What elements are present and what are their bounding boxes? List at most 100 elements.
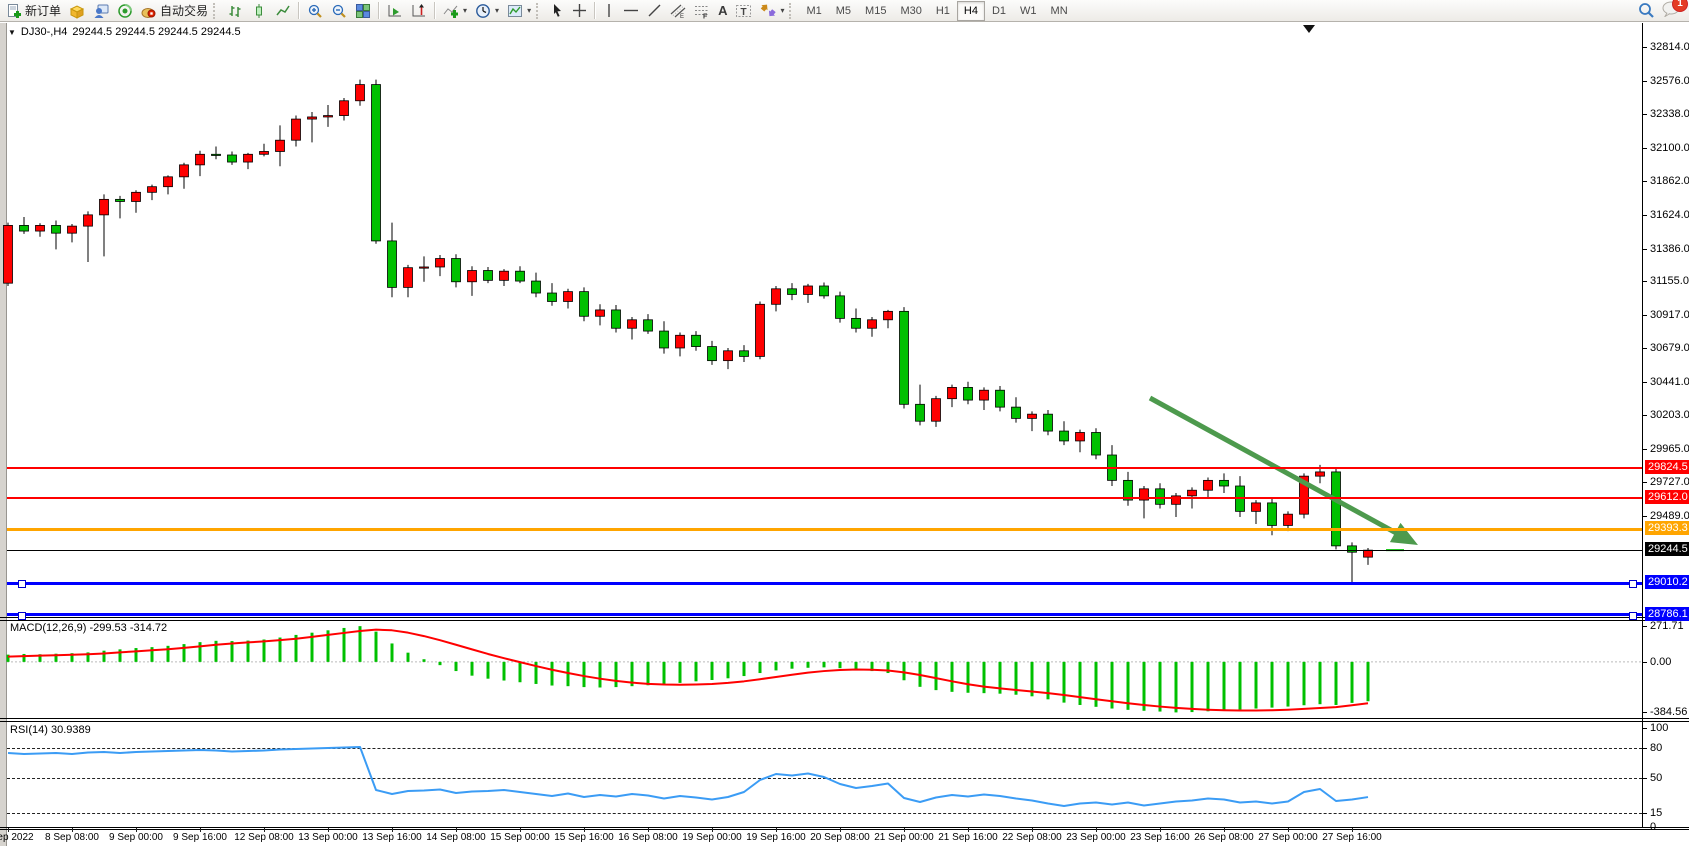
timeframe-button-m15[interactable]: M15 bbox=[858, 1, 893, 21]
chevron-down-icon: ▾ bbox=[463, 6, 467, 15]
profile-icon bbox=[93, 3, 109, 19]
horizontal-line-28786.1[interactable] bbox=[7, 613, 1642, 616]
crosshair-tool-button[interactable] bbox=[568, 1, 591, 21]
auto-trading-button[interactable]: 自动交易 bbox=[137, 1, 212, 21]
trendline-icon bbox=[647, 3, 662, 18]
template-icon bbox=[507, 3, 523, 19]
macd-histogram bbox=[8, 626, 1368, 712]
timeframe-button-w1[interactable]: W1 bbox=[1013, 1, 1044, 21]
new-order-icon bbox=[6, 3, 22, 19]
vertical-line-icon bbox=[603, 3, 615, 18]
chart-shift-icon bbox=[411, 3, 427, 19]
horizontal-line-29010.2[interactable] bbox=[7, 582, 1642, 585]
timeframe-button-d1[interactable]: D1 bbox=[985, 1, 1013, 21]
trendline-tool-button[interactable] bbox=[643, 1, 666, 21]
data-window-button[interactable] bbox=[89, 1, 113, 21]
horizontal-line-29244.5[interactable] bbox=[7, 550, 1642, 551]
price-line-badge: 29393.3 bbox=[1645, 521, 1689, 535]
bar-chart-icon bbox=[227, 3, 243, 19]
line-handle[interactable] bbox=[1629, 580, 1637, 588]
line-handle[interactable] bbox=[1629, 612, 1637, 620]
price-line-badge: 28786.1 bbox=[1645, 607, 1689, 621]
chevron-down-icon: ▾ bbox=[495, 6, 499, 15]
text-tool-button[interactable]: A bbox=[714, 1, 731, 21]
templates-button[interactable]: ▾ bbox=[503, 1, 535, 21]
channel-icon: E bbox=[670, 3, 686, 19]
horizontal-line-tool-button[interactable] bbox=[619, 1, 643, 21]
toolbar-separator bbox=[378, 2, 380, 19]
main-toolbar: 新订单 自动交易 bbox=[0, 0, 1689, 22]
timeframe-button-mn[interactable]: MN bbox=[1044, 1, 1075, 21]
horizontal-line-29393.3[interactable] bbox=[7, 528, 1642, 531]
timeframe-button-h1[interactable]: H1 bbox=[929, 1, 957, 21]
navigator-button[interactable] bbox=[113, 1, 137, 21]
cube-icon bbox=[69, 3, 85, 19]
chart-graphics-layer bbox=[0, 23, 1689, 851]
auto-trading-icon bbox=[141, 3, 157, 19]
line-handle[interactable] bbox=[18, 612, 26, 620]
tile-windows-button[interactable] bbox=[351, 1, 375, 21]
auto-scroll-button[interactable] bbox=[383, 1, 407, 21]
radar-icon bbox=[117, 3, 133, 19]
horizontal-line-29612.0[interactable] bbox=[7, 497, 1642, 499]
new-order-label: 新订单 bbox=[25, 2, 61, 19]
toolbar-separator bbox=[434, 2, 436, 19]
zoom-out-icon bbox=[331, 3, 347, 19]
rsi-line bbox=[8, 747, 1368, 806]
zoom-in-icon bbox=[307, 3, 323, 19]
price-line-badge: 29244.5 bbox=[1645, 542, 1689, 556]
timeframe-button-m1[interactable]: M1 bbox=[799, 1, 828, 21]
line-chart-icon bbox=[275, 3, 291, 19]
candlestick-chart-button[interactable] bbox=[247, 1, 271, 21]
market-watch-button[interactable] bbox=[65, 1, 89, 21]
price-line-badge: 29010.2 bbox=[1645, 575, 1689, 589]
clock-icon bbox=[475, 3, 491, 19]
search-icon[interactable] bbox=[1638, 2, 1655, 19]
line-chart-button[interactable] bbox=[271, 1, 295, 21]
text-label-icon: T bbox=[735, 3, 752, 19]
arrows-icon bbox=[760, 3, 776, 19]
line-handle[interactable] bbox=[18, 580, 26, 588]
chevron-down-icon: ▾ bbox=[527, 6, 531, 15]
chart-window[interactable]: ▼ DJ30-,H4 29244.5 29244.5 29244.5 29244… bbox=[0, 23, 1689, 851]
rsi-label: RSI(14) 30.9389 bbox=[10, 724, 91, 736]
cursor-icon bbox=[550, 3, 564, 18]
fibonacci-tool-button[interactable]: F bbox=[690, 1, 714, 21]
vertical-line-tool-button[interactable] bbox=[599, 1, 619, 21]
cursor-tool-button[interactable] bbox=[546, 1, 568, 21]
indicators-button[interactable]: ▾ bbox=[439, 1, 471, 21]
toolbar-grip bbox=[789, 3, 796, 19]
toolbar-grip bbox=[213, 3, 220, 19]
notification-badge: 1 bbox=[1672, 0, 1688, 12]
macd-label: MACD(12,26,9) -299.53 -314.72 bbox=[10, 622, 167, 634]
zoom-out-button[interactable] bbox=[327, 1, 351, 21]
chart-title: ▼ DJ30-,H4 29244.5 29244.5 29244.5 29244… bbox=[8, 26, 241, 38]
timeframe-button-h4[interactable]: H4 bbox=[957, 1, 985, 21]
notifications-button[interactable]: 1 bbox=[1661, 0, 1681, 22]
zoom-in-button[interactable] bbox=[303, 1, 327, 21]
timeframe-button-m30[interactable]: M30 bbox=[893, 1, 928, 21]
indicators-icon bbox=[443, 3, 459, 19]
auto-scroll-icon bbox=[387, 3, 403, 19]
new-order-button[interactable]: 新订单 bbox=[2, 1, 65, 21]
text-label-tool-button[interactable]: T bbox=[731, 1, 756, 21]
macd-signal-line bbox=[8, 630, 1368, 711]
periods-button[interactable]: ▾ bbox=[471, 1, 503, 21]
candlestick-series bbox=[4, 80, 1373, 584]
equidistant-channel-tool-button[interactable]: E bbox=[666, 1, 690, 21]
horizontal-line-29824.5[interactable] bbox=[7, 467, 1642, 469]
timeframe-button-m5[interactable]: M5 bbox=[829, 1, 858, 21]
chart-shift-button[interactable] bbox=[407, 1, 431, 21]
crosshair-icon bbox=[572, 3, 587, 18]
timeframe-group: M1M5M15M30H1H4D1W1MN bbox=[799, 1, 1074, 21]
collapse-triangle-icon[interactable]: ▼ bbox=[8, 28, 16, 37]
candlestick-icon bbox=[251, 3, 267, 19]
tile-windows-icon bbox=[355, 3, 371, 19]
toolbar-separator bbox=[298, 2, 300, 19]
chart-symbol-period: DJ30-,H4 bbox=[21, 26, 67, 38]
toolbar-separator bbox=[594, 2, 596, 19]
bar-chart-button[interactable] bbox=[223, 1, 247, 21]
mt4-application: 新订单 自动交易 bbox=[0, 0, 1689, 851]
fibonacci-icon: F bbox=[694, 3, 710, 19]
arrows-tool-button[interactable]: ▾ bbox=[756, 1, 788, 21]
